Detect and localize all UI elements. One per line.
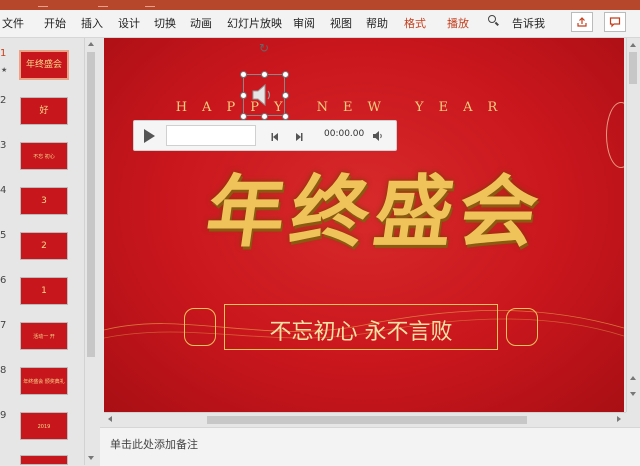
horizontal-scroll-thumb[interactable] bbox=[207, 416, 527, 424]
title-bar bbox=[0, 0, 640, 10]
tab-review[interactable]: 审阅 bbox=[293, 15, 315, 31]
qat-undo-icon[interactable] bbox=[98, 0, 108, 7]
tab-animations[interactable]: 动画 bbox=[190, 15, 212, 31]
scroll-left-icon[interactable] bbox=[108, 416, 112, 422]
thumbnail-text: 2019 bbox=[37, 424, 51, 430]
thumbnail-text: 3 bbox=[41, 196, 47, 206]
tab-view[interactable]: 视图 bbox=[330, 15, 352, 31]
slide-number: 6 bbox=[0, 275, 7, 286]
skip-back-icon[interactable] bbox=[270, 132, 280, 142]
slide-thumbnail-8[interactable]: 年终盛会 颁奖典礼 bbox=[20, 367, 68, 395]
tab-home[interactable]: 开始 bbox=[44, 15, 66, 31]
audio-progress-track[interactable] bbox=[166, 125, 256, 146]
resize-handle[interactable] bbox=[261, 71, 268, 78]
ribbon-tab-bar: 文件 开始 插入 设计 切换 动画 幻灯片放映 审阅 视图 帮助 格式 播放 告… bbox=[0, 10, 640, 38]
slide-thumbnail-1[interactable]: 年终盛会 bbox=[19, 50, 69, 80]
slide-thumbnail-5[interactable]: 2 bbox=[20, 232, 68, 260]
slide-number: 7 bbox=[0, 320, 7, 331]
thumbnail-text: 1 bbox=[41, 286, 47, 296]
resize-handle[interactable] bbox=[240, 92, 247, 99]
animation-star-icon: ★ bbox=[1, 66, 8, 74]
thumbnail-text: 活动一 开 bbox=[33, 334, 55, 340]
previous-slide-icon[interactable] bbox=[630, 376, 636, 380]
tab-slideshow[interactable]: 幻灯片放映 bbox=[227, 15, 282, 31]
slide-number: 1 bbox=[0, 48, 7, 59]
slide-canvas[interactable]: HAPPY NEW YEAR 年终盛会 不忘初心 永不言败 bbox=[104, 38, 624, 412]
play-icon[interactable] bbox=[144, 129, 155, 143]
qat-save-icon[interactable] bbox=[38, 0, 48, 7]
speaker-icon[interactable] bbox=[250, 82, 276, 108]
thumbnail-text: 好 bbox=[39, 106, 49, 116]
slogan-frame: 不忘初心 永不言败 bbox=[184, 300, 538, 356]
tab-format[interactable]: 格式 bbox=[404, 15, 426, 31]
thumbnail-text: 2 bbox=[41, 241, 47, 251]
slide-thumbnail-4[interactable]: 3 bbox=[20, 187, 68, 215]
scroll-down-icon[interactable] bbox=[88, 456, 94, 460]
tab-file[interactable]: 文件 bbox=[2, 15, 24, 31]
frame-ornament-left bbox=[184, 308, 216, 346]
tab-playback[interactable]: 播放 bbox=[447, 15, 469, 31]
volume-icon[interactable] bbox=[372, 130, 384, 142]
slide-title: 年终盛会 bbox=[200, 167, 550, 258]
resize-handle[interactable] bbox=[282, 71, 289, 78]
thumbnail-text: 不忘 初心 bbox=[33, 154, 55, 160]
slide-number: 2 bbox=[0, 95, 7, 106]
playback-time: 00:00.00 bbox=[324, 129, 365, 139]
tab-insert[interactable]: 插入 bbox=[81, 15, 103, 31]
comment-icon bbox=[609, 17, 621, 28]
resize-handle[interactable] bbox=[240, 71, 247, 78]
thumbnail-text: 年终盛会 颁奖典礼 bbox=[23, 379, 65, 385]
rotate-handle-icon[interactable]: ↻ bbox=[258, 42, 270, 54]
slide-number: 5 bbox=[0, 230, 7, 241]
slide-thumbnail-6[interactable]: 1 bbox=[20, 277, 68, 305]
search-icon bbox=[488, 15, 496, 23]
slide-thumbnail-9[interactable]: 2019 bbox=[20, 412, 68, 440]
qat-redo-icon[interactable] bbox=[145, 0, 155, 7]
resize-handle[interactable] bbox=[240, 113, 247, 120]
scroll-right-icon[interactable] bbox=[617, 416, 621, 422]
comments-button[interactable] bbox=[604, 12, 626, 32]
scroll-up-icon[interactable] bbox=[630, 43, 636, 47]
tab-design[interactable]: 设计 bbox=[118, 15, 140, 31]
slide-vertical-scrollbar[interactable] bbox=[626, 38, 640, 412]
slide-subtitle: HAPPY NEW YEAR bbox=[175, 100, 513, 115]
slide-number: 8 bbox=[0, 365, 7, 376]
audio-player: 00:00.00 bbox=[133, 120, 397, 151]
resize-handle[interactable] bbox=[282, 92, 289, 99]
slide-thumbnail-10[interactable] bbox=[20, 455, 68, 465]
slide-thumbnail-7[interactable]: 活动一 开 bbox=[20, 322, 68, 350]
tab-help[interactable]: 帮助 bbox=[366, 15, 388, 31]
slogan-text: 不忘初心 永不言败 bbox=[269, 320, 453, 345]
thumbnail-text: 年终盛会 bbox=[25, 60, 62, 70]
frame-ornament-right bbox=[506, 308, 538, 346]
skip-forward-icon[interactable] bbox=[294, 132, 304, 142]
slide-number: 4 bbox=[0, 185, 7, 196]
slide-number: 9 bbox=[0, 410, 7, 421]
tell-me-search[interactable]: 告诉我 bbox=[512, 15, 545, 31]
slide-thumbnail-2[interactable]: 好 bbox=[20, 97, 68, 125]
next-slide-icon[interactable] bbox=[630, 392, 636, 396]
slide-scroll-thumb[interactable] bbox=[629, 52, 637, 84]
share-button[interactable] bbox=[571, 12, 593, 32]
slide-number: 3 bbox=[0, 140, 7, 151]
share-icon bbox=[577, 17, 587, 27]
resize-handle[interactable] bbox=[261, 113, 268, 120]
thumbnail-scroll-thumb[interactable] bbox=[87, 52, 95, 357]
slide-thumbnail-3[interactable]: 不忘 初心 bbox=[20, 142, 68, 170]
notes-placeholder[interactable]: 单击此处添加备注 bbox=[110, 436, 198, 452]
resize-handle[interactable] bbox=[282, 113, 289, 120]
tab-transitions[interactable]: 切换 bbox=[154, 15, 176, 31]
scroll-up-icon[interactable] bbox=[88, 42, 94, 46]
